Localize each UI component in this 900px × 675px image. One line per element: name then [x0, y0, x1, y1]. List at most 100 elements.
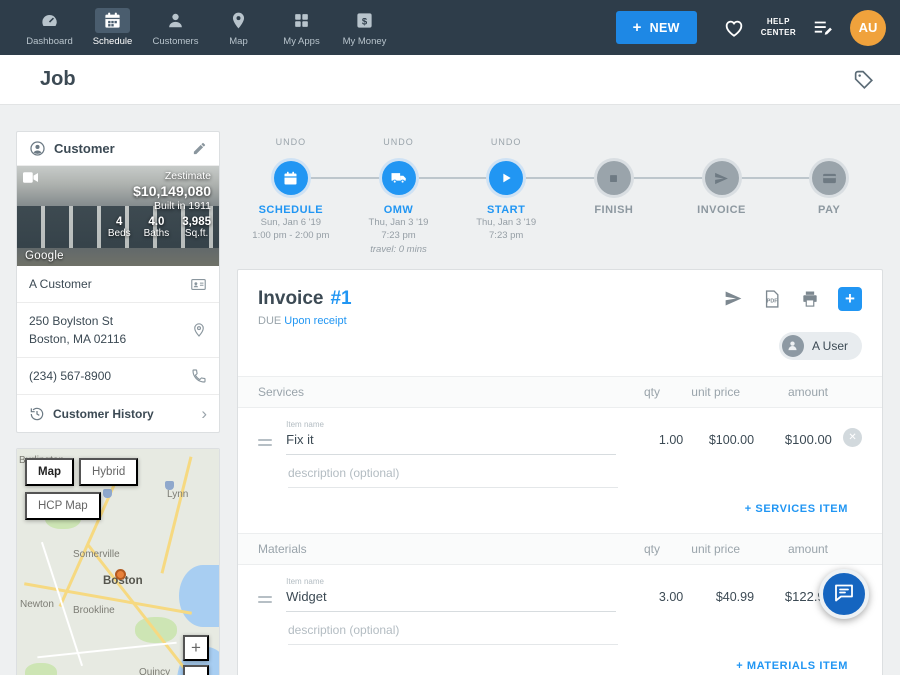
- remove-item-icon[interactable]: ✕: [843, 428, 862, 447]
- user-avatar[interactable]: AU: [850, 10, 886, 46]
- schedule-icon: [95, 8, 130, 33]
- play-step-icon[interactable]: [489, 161, 523, 195]
- services-section-title: Services: [258, 385, 600, 399]
- address-line2: Boston, MA 02116: [29, 330, 191, 348]
- map-type-button-hcp[interactable]: HCP Map: [25, 492, 101, 520]
- nav-item-my-money[interactable]: $ My Money: [333, 0, 396, 55]
- step-date: Sun, Jan 6 '19: [261, 216, 321, 229]
- material-name-input[interactable]: [286, 589, 616, 612]
- nav-item-my-apps[interactable]: My Apps: [270, 0, 333, 55]
- assignee-chip[interactable]: A User: [779, 332, 862, 360]
- assignee-row: A User: [258, 332, 862, 360]
- service-description-input[interactable]: [288, 466, 618, 488]
- amount-column-header: amount: [740, 385, 828, 399]
- nav-item-map[interactable]: Map: [207, 0, 270, 55]
- material-qty-value[interactable]: 3.00: [630, 590, 683, 612]
- add-service-row: + SERVICES ITEM: [238, 488, 882, 527]
- service-name-input[interactable]: [286, 432, 616, 455]
- heart-icon[interactable]: [723, 17, 745, 39]
- new-button[interactable]: + NEW: [616, 11, 697, 44]
- nav-item-dashboard[interactable]: Dashboard: [18, 0, 81, 55]
- pdf-icon[interactable]: PDF: [762, 289, 782, 309]
- chat-bubble-button[interactable]: [819, 569, 869, 619]
- step-start: UNDO START Thu, Jan 3 '19 7:23 pm: [452, 137, 560, 256]
- due-terms-link[interactable]: Upon receipt: [284, 315, 346, 327]
- help-center-line2: CENTER: [761, 28, 796, 39]
- notes-pencil-icon[interactable]: [812, 17, 834, 39]
- contact-card-icon[interactable]: [190, 276, 207, 293]
- step-omw: UNDO OMW Thu, Jan 3 '19 7:23 pm travel: …: [345, 137, 453, 256]
- add-services-item-link[interactable]: + SERVICES ITEM: [745, 503, 848, 515]
- step-schedule: UNDO SCHEDULE Sun, Jan 6 '19 1:00 pm - 2…: [237, 137, 345, 256]
- invoice-number[interactable]: #1: [330, 288, 351, 310]
- nav-item-schedule[interactable]: Schedule: [81, 0, 144, 55]
- map-pin-icon: [221, 8, 256, 33]
- edit-pencil-icon[interactable]: [192, 141, 207, 156]
- nav-right: + NEW HELP CENTER AU: [616, 10, 886, 46]
- schedule-step-icon[interactable]: [274, 161, 308, 195]
- zestimate-label: Zestimate: [108, 170, 211, 182]
- customer-history-link[interactable]: Customer History ›: [17, 395, 219, 432]
- send-step-icon[interactable]: [705, 161, 739, 195]
- finish-step-icon[interactable]: [597, 161, 631, 195]
- built-year: Built in 1911: [108, 200, 211, 212]
- zoom-in-button[interactable]: +: [183, 635, 209, 661]
- send-invoice-icon[interactable]: [723, 288, 744, 309]
- undo-start-link[interactable]: UNDO: [491, 137, 522, 149]
- step-invoice: INVOICE: [668, 137, 776, 256]
- material-description-row: [238, 612, 882, 645]
- map-type-button-hybrid[interactable]: Hybrid: [79, 458, 138, 486]
- sqft-label: Sq.ft.: [182, 228, 211, 239]
- material-description-input[interactable]: [288, 623, 618, 645]
- streetview-camera-icon: [23, 172, 38, 183]
- map-label: Brookline: [73, 605, 115, 616]
- zestimate-value: $10,149,080: [108, 183, 211, 199]
- job-tags-icon[interactable]: [853, 69, 874, 90]
- help-center-link[interactable]: HELP CENTER: [761, 17, 796, 39]
- undo-schedule-link[interactable]: UNDO: [276, 137, 307, 149]
- service-amount-value: $100.00: [754, 432, 832, 455]
- zoom-out-button[interactable]: −: [183, 665, 209, 675]
- nav-label: Customers: [153, 36, 199, 47]
- step-label: SCHEDULE: [259, 204, 324, 216]
- services-header-bar: Services qty unit price amount: [238, 376, 882, 408]
- customer-address-row: 250 Boylston St Boston, MA 02116: [17, 303, 219, 358]
- add-material-row: + MATERIALS ITEM: [238, 645, 882, 675]
- step-date: Thu, Jan 3 '19: [369, 216, 429, 229]
- job-location-marker[interactable]: [115, 569, 126, 580]
- add-invoice-button[interactable]: +: [838, 287, 862, 311]
- drag-handle-icon[interactable]: [258, 595, 272, 605]
- map-label: Newton: [20, 599, 54, 610]
- service-qty-value[interactable]: 1.00: [630, 433, 683, 455]
- step-travel-time: travel: 0 mins: [370, 243, 427, 256]
- location-pin-icon[interactable]: [191, 322, 207, 338]
- customer-history-label: Customer History: [53, 407, 154, 421]
- item-name-label: Item name: [286, 577, 616, 586]
- undo-omw-link[interactable]: UNDO: [383, 137, 414, 149]
- drag-handle-icon[interactable]: [258, 438, 272, 448]
- nav-items: Dashboard Schedule Customers Map My Apps: [18, 0, 396, 55]
- service-unit-price-value[interactable]: $100.00: [683, 433, 754, 455]
- step-time: 1:00 pm - 2:00 pm: [252, 229, 329, 242]
- map-type-button-map[interactable]: Map: [25, 458, 74, 486]
- qty-column-header: qty: [600, 542, 660, 556]
- customer-name-row: A Customer: [17, 266, 219, 303]
- nav-label: Schedule: [93, 36, 133, 47]
- new-button-label: NEW: [650, 21, 680, 35]
- credit-card-step-icon[interactable]: [812, 161, 846, 195]
- page-header: Job: [0, 55, 900, 105]
- truck-step-icon[interactable]: [382, 161, 416, 195]
- nav-item-customers[interactable]: Customers: [144, 0, 207, 55]
- add-materials-item-link[interactable]: + MATERIALS ITEM: [736, 660, 848, 672]
- map-widget: Burlington Lynn Somerville Boston Brookl…: [16, 448, 220, 675]
- material-unit-price-value[interactable]: $40.99: [683, 590, 754, 612]
- phone-icon[interactable]: [191, 368, 207, 384]
- top-navbar: Dashboard Schedule Customers Map My Apps: [0, 0, 900, 55]
- step-time: 7:23 pm: [381, 229, 415, 242]
- baths-label: Baths: [144, 228, 170, 239]
- beds-value: 4: [108, 216, 131, 228]
- property-photo: Zestimate $10,149,080 Built in 1911 4 Be…: [17, 166, 219, 266]
- sqft-value: 3,985: [182, 216, 211, 228]
- print-icon[interactable]: [800, 289, 820, 309]
- zestimate-overlay: Zestimate $10,149,080 Built in 1911 4 Be…: [108, 170, 211, 239]
